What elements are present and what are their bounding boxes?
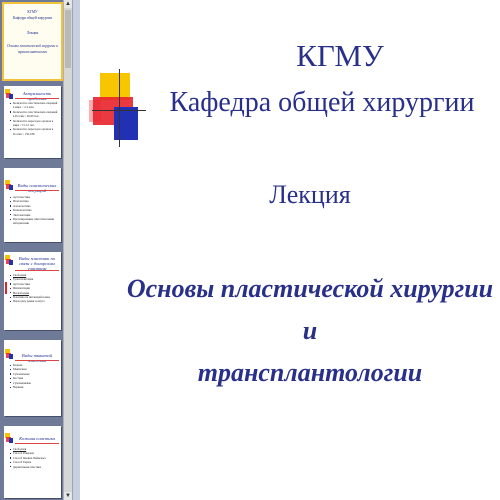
slide-logo-icon [5, 349, 14, 361]
thumb6-title: Кожная пластика [19, 436, 55, 441]
slide-canvas[interactable]: КГМУ Кафедра общей хирургии Лекция Основ… [80, 0, 500, 500]
list-item: Количество пересадок органов в России ~ … [10, 127, 59, 136]
list-item: Количество пластических операций в Росси… [10, 110, 59, 119]
thumb3-list: Аутопластика Изопластика Аллопластика Кс… [10, 195, 59, 226]
thumb6-list: Свободная Способ Реверена Способ Янович-… [10, 447, 59, 469]
thumb2-title: Актуальность проблемы [22, 91, 52, 101]
slide-thumbnail-1[interactable]: КГМУ Кафедра общей хирургии Лекция Основ… [2, 2, 63, 81]
divider [15, 98, 59, 99]
slide-topic: Основы пластической хирургии и трансплан… [120, 268, 500, 394]
slide-title-department: Кафедра общей хирургии [169, 87, 475, 118]
slide-logo-icon [5, 255, 14, 267]
thumb5-title: Виды тканевой пластики [21, 353, 53, 363]
list-item: Дерматомная пластика [10, 465, 59, 469]
slide-thumbnail-5[interactable]: Виды тканевой пластики Кожная Мышечная С… [4, 340, 61, 416]
slide-topic-line-2: трансплантологии [197, 358, 423, 387]
divider [15, 190, 59, 191]
scroll-down-arrow-icon[interactable]: ▼ [64, 492, 72, 500]
slide-logo-icon [5, 180, 14, 192]
slide-thumbnail-pane: КГМУ Кафедра общей хирургии Лекция Основ… [0, 0, 72, 500]
thumb1-line-3: Лекция [26, 31, 39, 35]
thumb5-list: Кожная Мышечная Сухожильная Костная Сухо… [10, 363, 59, 389]
divider [15, 443, 59, 444]
divider [15, 270, 59, 271]
slide-title-university: КГМУ [296, 38, 384, 73]
slide-logo-icon [5, 433, 14, 445]
scroll-up-arrow-icon[interactable]: ▲ [64, 0, 72, 8]
slide-logo-icon [5, 89, 14, 101]
list-item: Количество пластических операций в мире … [10, 101, 59, 110]
slide-logo-icon [89, 69, 149, 148]
thumbnail-scrollbar[interactable]: ▲ ▼ [63, 0, 72, 500]
thumb2-list: Количество пластических операций в мире … [10, 101, 59, 136]
list-item: Протезирование синтетическими материалам… [10, 217, 59, 226]
thumb4-title: Виды пластики по связи с донорским участ… [18, 256, 56, 271]
divider [15, 360, 59, 361]
thumb3-title: Виды пластических операций [17, 183, 57, 193]
slide-thumbnail-6[interactable]: Кожная пластика Свободная Способ Реверен… [4, 426, 61, 498]
slide-lecture-label: Лекция [269, 180, 351, 209]
thumb1-line-4: Основы пластической хирургии и трансплан… [7, 44, 58, 54]
list-item: Нервная [10, 385, 59, 389]
slide-thumbnail-4[interactable]: Виды пластики по связи с донорским участ… [4, 252, 61, 330]
list-item: Количество пересадок органов в мире ~ 15… [10, 119, 59, 128]
slide-topic-line-1: Основы пластической хирургии и [126, 274, 494, 345]
thumb4-list: Свободная Трансплантация Аутопластика Им… [10, 273, 59, 304]
thumb1-line-1: КГМУ [27, 10, 38, 14]
scrollbar-thumb[interactable] [65, 10, 71, 68]
slide-thumbnail-2[interactable]: Актуальность проблемы Количество пластич… [4, 86, 61, 158]
red-marker [5, 282, 7, 294]
thumb1-line-2: Кафедра общей хирургии [12, 16, 53, 20]
slide-thumbnail-3[interactable]: Виды пластических операций Аутопластика … [4, 168, 61, 242]
list-item: Пересадку ремня лоскута [10, 299, 59, 303]
